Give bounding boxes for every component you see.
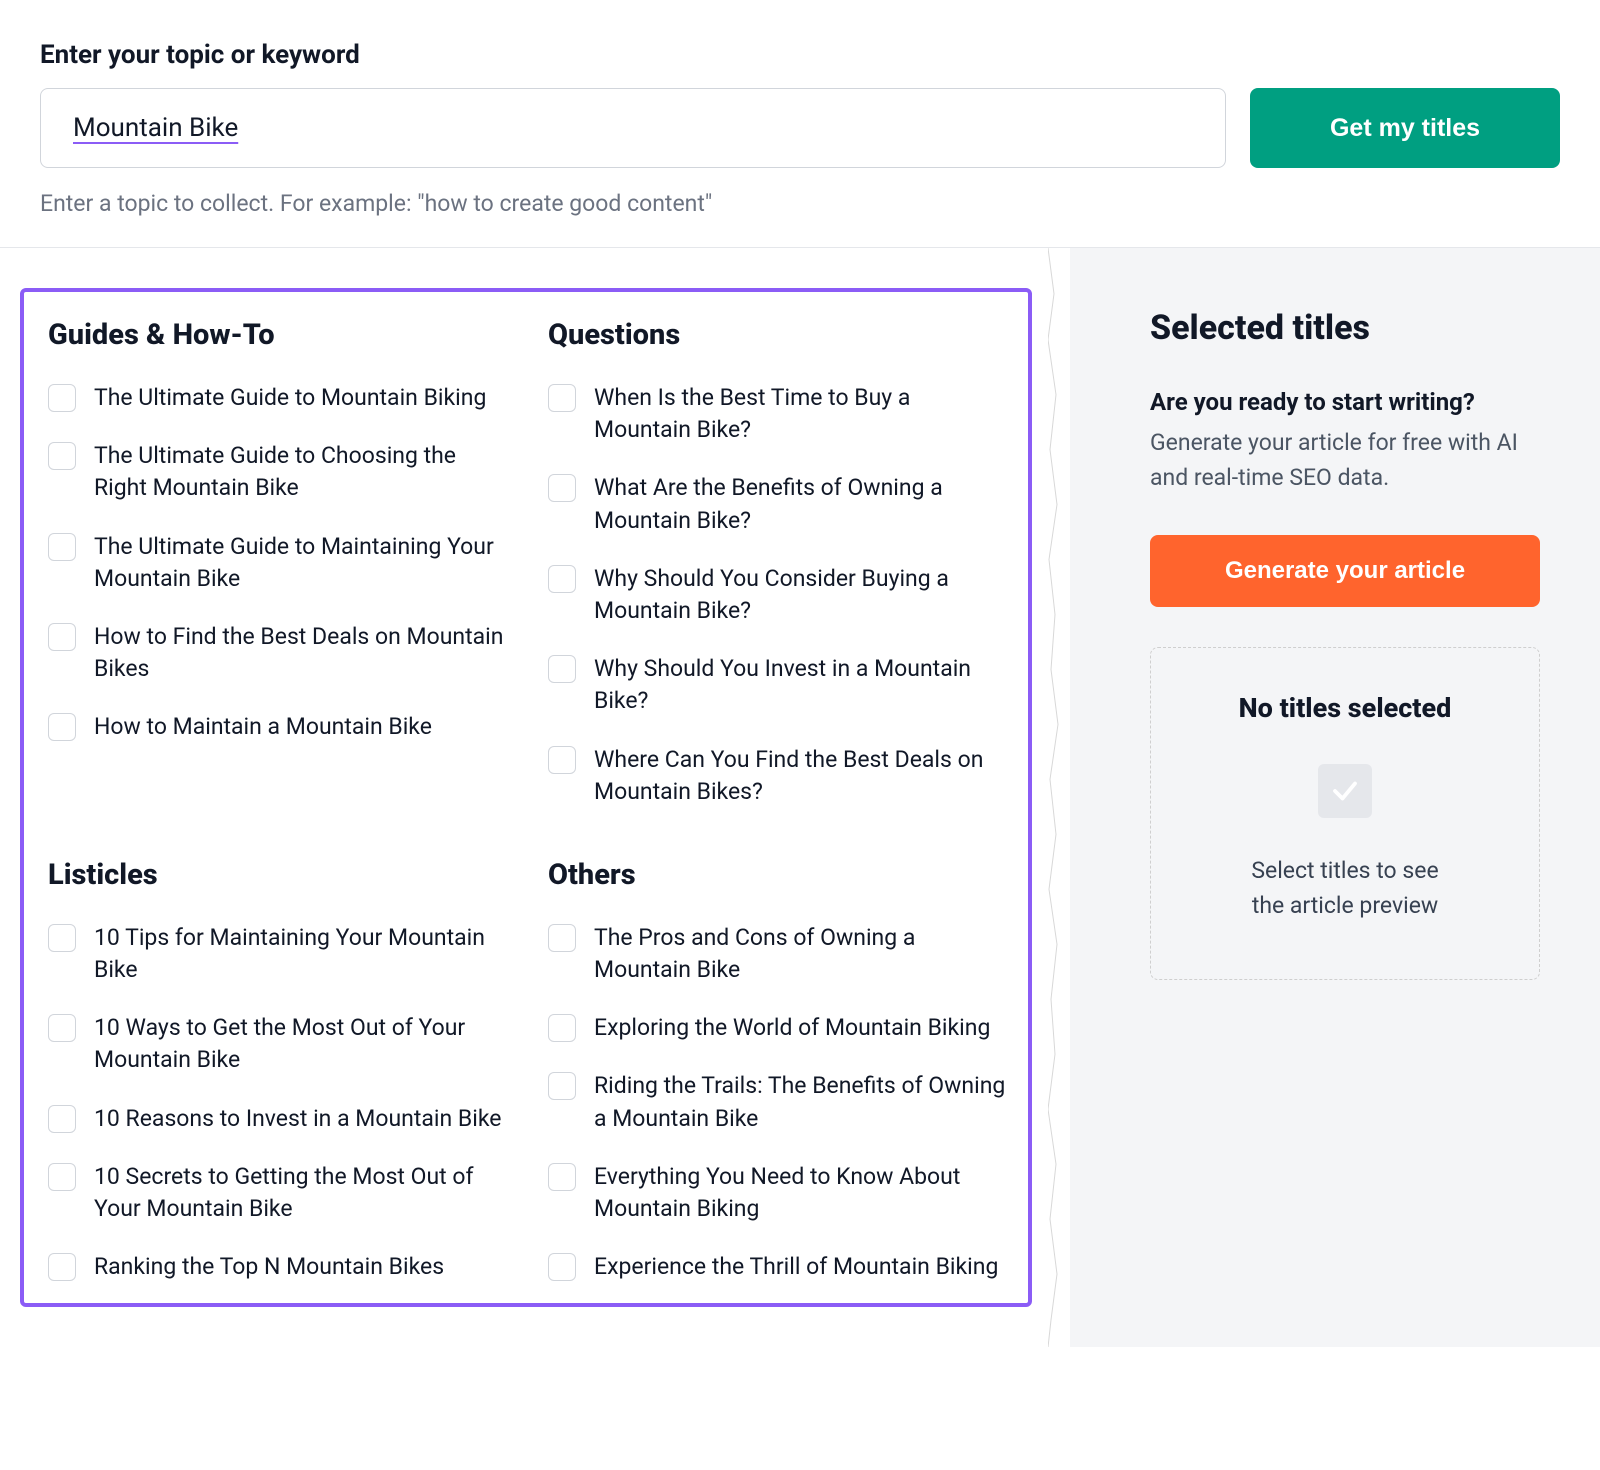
search-row: Mountain Bike Get my titles: [40, 88, 1560, 168]
group-questions-items: When Is the Best Time to Buy a Mountain …: [548, 382, 1008, 808]
checkbox-icon: [548, 1163, 576, 1191]
group-listicles-title: Listicles: [48, 858, 508, 892]
group-others-title: Others: [548, 858, 1008, 892]
title-text: The Ultimate Guide to Maintaining Your M…: [94, 531, 508, 595]
checkbox-icon: [548, 924, 576, 952]
title-option[interactable]: Experience the Thrill of Mountain Biking: [548, 1251, 1008, 1283]
title-option[interactable]: 10 Secrets to Getting the Most Out of Yo…: [48, 1161, 508, 1225]
title-text: 10 Secrets to Getting the Most Out of Yo…: [94, 1161, 508, 1225]
title-option[interactable]: Why Should You Consider Buying a Mountai…: [548, 563, 1008, 627]
title-text: Everything You Need to Know About Mounta…: [594, 1161, 1008, 1225]
title-text: 10 Reasons to Invest in a Mountain Bike: [94, 1103, 501, 1135]
group-listicles: Listicles 10 Tips for Maintaining Your M…: [48, 858, 508, 1284]
checkbox-icon: [548, 1072, 576, 1100]
title-text: Why Should You Consider Buying a Mountai…: [594, 563, 1008, 627]
checkbox-icon: [48, 1014, 76, 1042]
title-option[interactable]: 10 Tips for Maintaining Your Mountain Bi…: [48, 922, 508, 986]
checkbox-icon: [548, 1014, 576, 1042]
title-option[interactable]: 10 Reasons to Invest in a Mountain Bike: [48, 1103, 508, 1135]
title-text: Ranking the Top N Mountain Bikes: [94, 1251, 444, 1283]
titles-panel: Guides & How-To The Ultimate Guide to Mo…: [0, 248, 1060, 1347]
title-option[interactable]: How to Maintain a Mountain Bike: [48, 711, 508, 743]
title-option[interactable]: Riding the Trails: The Benefits of Ownin…: [548, 1070, 1008, 1134]
title-option[interactable]: Why Should You Invest in a Mountain Bike…: [548, 653, 1008, 717]
title-text: When Is the Best Time to Buy a Mountain …: [594, 382, 1008, 446]
title-text: The Ultimate Guide to Mountain Biking: [94, 382, 486, 414]
group-guides-title: Guides & How-To: [48, 318, 508, 352]
title-option[interactable]: How to Find the Best Deals on Mountain B…: [48, 621, 508, 685]
checkbox-icon: [48, 1105, 76, 1133]
title-option[interactable]: The Pros and Cons of Owning a Mountain B…: [548, 922, 1008, 986]
topic-label: Enter your topic or keyword: [40, 40, 1560, 70]
get-titles-button[interactable]: Get my titles: [1250, 88, 1560, 168]
checkbox-icon: [548, 384, 576, 412]
checkbox-icon: [548, 1253, 576, 1281]
title-option[interactable]: Everything You Need to Know About Mounta…: [548, 1161, 1008, 1225]
title-option[interactable]: When Is the Best Time to Buy a Mountain …: [548, 382, 1008, 446]
title-columns: Guides & How-To The Ultimate Guide to Mo…: [48, 318, 1008, 1283]
helper-example: "how to create good content": [417, 190, 712, 217]
title-text: Why Should You Invest in a Mountain Bike…: [594, 653, 1008, 717]
title-text: The Pros and Cons of Owning a Mountain B…: [594, 922, 1008, 986]
checkbox-icon: [548, 746, 576, 774]
checkbox-icon: [548, 565, 576, 593]
title-option[interactable]: Exploring the World of Mountain Biking: [548, 1012, 1008, 1044]
main-split: Guides & How-To The Ultimate Guide to Mo…: [0, 248, 1600, 1347]
title-text: The Ultimate Guide to Choosing the Right…: [94, 440, 508, 504]
title-option[interactable]: The Ultimate Guide to Choosing the Right…: [48, 440, 508, 504]
title-text: Where Can You Find the Best Deals on Mou…: [594, 744, 1008, 808]
title-option[interactable]: What Are the Benefits of Owning a Mounta…: [548, 472, 1008, 536]
topic-input[interactable]: Mountain Bike: [40, 88, 1226, 168]
checkbox-icon: [48, 533, 76, 561]
title-text: 10 Ways to Get the Most Out of Your Moun…: [94, 1012, 508, 1076]
check-placeholder-icon: [1318, 764, 1372, 818]
title-text: Riding the Trails: The Benefits of Ownin…: [594, 1070, 1008, 1134]
titles-highlight-box: Guides & How-To The Ultimate Guide to Mo…: [20, 288, 1032, 1307]
torn-divider-icon: [1048, 248, 1070, 1347]
group-others-items: The Pros and Cons of Owning a Mountain B…: [548, 922, 1008, 1284]
checkbox-icon: [48, 713, 76, 741]
title-option[interactable]: Ranking the Top N Mountain Bikes: [48, 1251, 508, 1283]
selected-heading: Selected titles: [1150, 308, 1540, 348]
ready-subtext: Generate your article for free with AI a…: [1150, 426, 1540, 495]
no-titles-heading: No titles selected: [1181, 692, 1509, 724]
no-titles-card: No titles selected Select titles to see …: [1150, 647, 1540, 980]
selected-panel: Selected titles Are you ready to start w…: [1070, 248, 1600, 1347]
group-questions-title: Questions: [548, 318, 1008, 352]
title-text: What Are the Benefits of Owning a Mounta…: [594, 472, 1008, 536]
group-others: Others The Pros and Cons of Owning a Mou…: [548, 858, 1008, 1284]
title-option[interactable]: The Ultimate Guide to Mountain Biking: [48, 382, 508, 414]
search-section: Enter your topic or keyword Mountain Bik…: [0, 0, 1600, 248]
title-text: How to Maintain a Mountain Bike: [94, 711, 432, 743]
title-option[interactable]: The Ultimate Guide to Maintaining Your M…: [48, 531, 508, 595]
helper-prefix: Enter a topic to collect. For example:: [40, 190, 417, 217]
group-questions: Questions When Is the Best Time to Buy a…: [548, 318, 1008, 808]
group-guides-items: The Ultimate Guide to Mountain Biking Th…: [48, 382, 508, 744]
checkbox-icon: [48, 384, 76, 412]
checkbox-icon: [48, 1253, 76, 1281]
title-text: How to Find the Best Deals on Mountain B…: [94, 621, 508, 685]
helper-text: Enter a topic to collect. For example: "…: [40, 190, 1560, 217]
no-titles-help: Select titles to see the article preview: [1181, 854, 1509, 923]
ready-heading: Are you ready to start writing?: [1150, 388, 1540, 416]
checkbox-icon: [48, 623, 76, 651]
checkbox-icon: [548, 474, 576, 502]
group-listicles-items: 10 Tips for Maintaining Your Mountain Bi…: [48, 922, 508, 1284]
group-guides: Guides & How-To The Ultimate Guide to Mo…: [48, 318, 508, 808]
title-text: Experience the Thrill of Mountain Biking: [594, 1251, 998, 1283]
checkbox-icon: [48, 1163, 76, 1191]
generate-article-button[interactable]: Generate your article: [1150, 535, 1540, 607]
checkbox-icon: [548, 655, 576, 683]
checkbox-icon: [48, 924, 76, 952]
title-text: Exploring the World of Mountain Biking: [594, 1012, 990, 1044]
title-option[interactable]: Where Can You Find the Best Deals on Mou…: [548, 744, 1008, 808]
checkbox-icon: [48, 442, 76, 470]
topic-input-value: Mountain Bike: [73, 113, 238, 143]
title-text: 10 Tips for Maintaining Your Mountain Bi…: [94, 922, 508, 986]
title-option[interactable]: 10 Ways to Get the Most Out of Your Moun…: [48, 1012, 508, 1076]
app-root: Enter your topic or keyword Mountain Bik…: [0, 0, 1600, 1347]
